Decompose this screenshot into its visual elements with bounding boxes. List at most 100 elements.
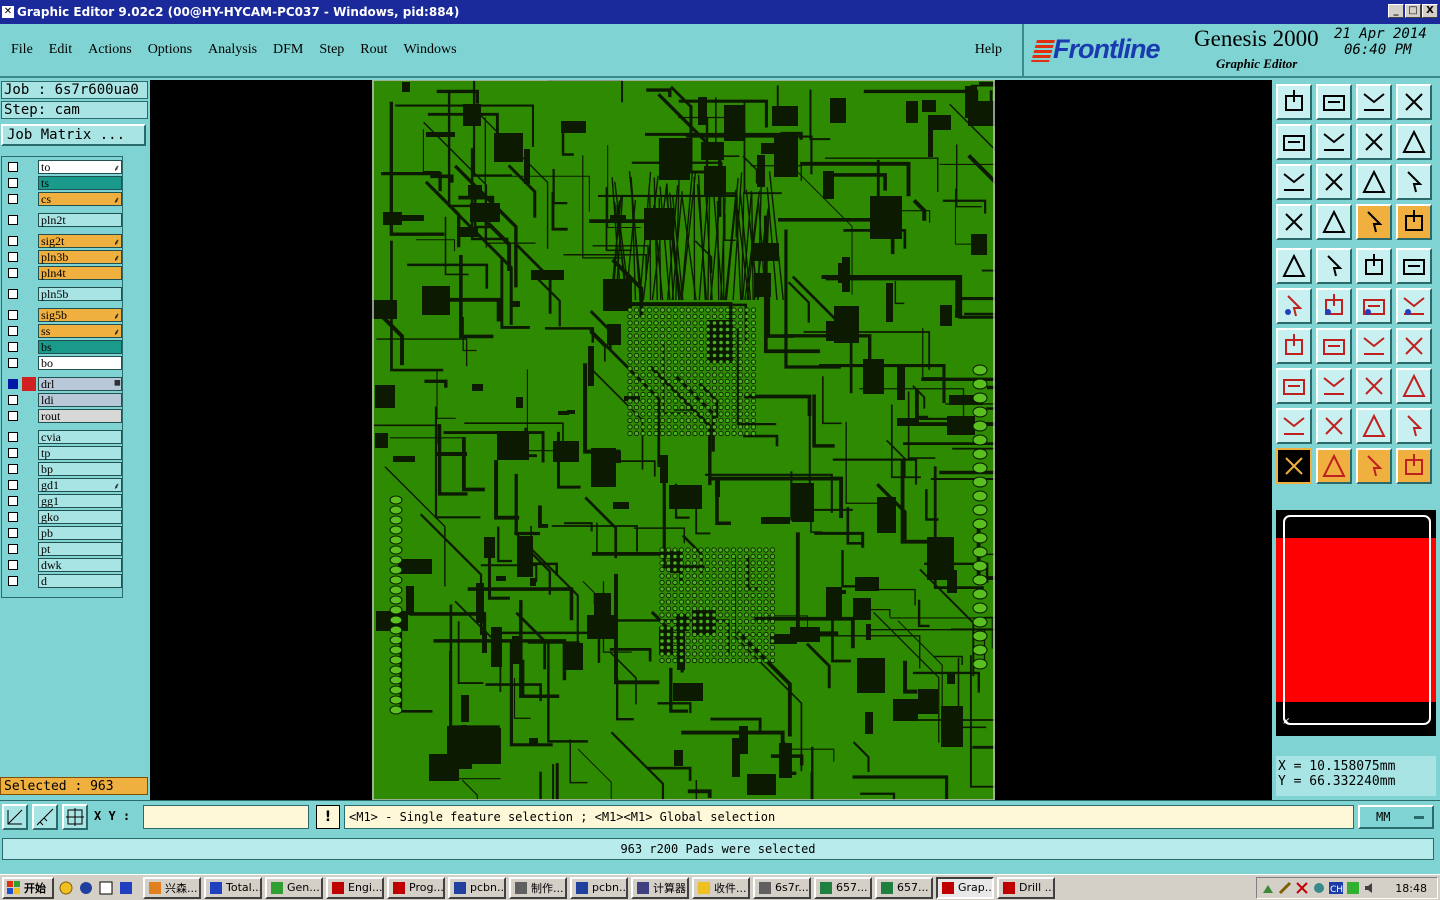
rotate-tool-button[interactable] bbox=[1356, 124, 1392, 160]
taskbar-task[interactable]: Total... bbox=[204, 876, 262, 899]
route-alt-tool-button[interactable] bbox=[1396, 204, 1432, 240]
layer-row-bo[interactable]: bo bbox=[4, 356, 122, 371]
layer-checkbox[interactable] bbox=[8, 576, 18, 586]
menu-actions[interactable]: Actions bbox=[88, 42, 132, 58]
trace-tool-button[interactable] bbox=[1316, 328, 1352, 364]
taskbar-task[interactable]: Engi... bbox=[326, 876, 384, 899]
start-button[interactable]: 开始 bbox=[2, 876, 54, 899]
layer-name[interactable]: cvia bbox=[38, 430, 122, 444]
close-button[interactable]: X bbox=[1422, 4, 1438, 18]
layer-checkbox[interactable] bbox=[8, 432, 18, 442]
maximize-button[interactable]: □ bbox=[1405, 4, 1421, 18]
taskbar-task[interactable]: Drill ... bbox=[997, 876, 1055, 899]
layer-name[interactable]: ldi bbox=[38, 393, 122, 407]
layer-row-tp[interactable]: tp bbox=[4, 446, 122, 461]
layer-checkbox[interactable] bbox=[8, 395, 18, 405]
tray-network-icon[interactable] bbox=[1261, 881, 1275, 895]
grid-button[interactable] bbox=[62, 804, 88, 830]
zoom-area-button[interactable] bbox=[2, 804, 28, 830]
layer-checkbox[interactable] bbox=[8, 496, 18, 506]
layer-name[interactable]: ts bbox=[38, 176, 122, 190]
layer-name[interactable]: pln5b bbox=[38, 287, 122, 301]
pad-tool-button[interactable] bbox=[1276, 248, 1312, 284]
settings-tool-button[interactable] bbox=[1276, 204, 1312, 240]
taskbar-task[interactable]: pcbn... bbox=[448, 876, 506, 899]
layer-checkbox[interactable] bbox=[8, 162, 18, 172]
layer-checkbox[interactable] bbox=[8, 512, 18, 522]
menu-windows[interactable]: Windows bbox=[404, 42, 457, 58]
minimize-button[interactable]: _ bbox=[1388, 4, 1404, 18]
menu-options[interactable]: Options bbox=[148, 42, 192, 58]
open-job-tool-button[interactable] bbox=[1276, 84, 1312, 120]
triangle-up-tool-button[interactable] bbox=[1356, 408, 1392, 444]
layer-checkbox[interactable] bbox=[8, 411, 18, 421]
taskbar-task[interactable]: 6s7r... bbox=[753, 876, 811, 899]
snap-tool-button[interactable] bbox=[1396, 124, 1432, 160]
layer-checkbox[interactable] bbox=[8, 268, 18, 278]
circle-tool-button[interactable] bbox=[1396, 248, 1432, 284]
layer-row-cs[interactable]: cs ⸙ bbox=[4, 192, 122, 207]
quicklaunch-edit-icon[interactable] bbox=[98, 880, 114, 896]
layer-checkbox[interactable] bbox=[8, 464, 18, 474]
layer-name[interactable]: bs bbox=[38, 340, 122, 354]
layer-row-pln5b[interactable]: pln5b bbox=[4, 287, 122, 302]
triangle-tool-button[interactable] bbox=[1276, 408, 1312, 444]
layer-checkbox[interactable] bbox=[8, 560, 18, 570]
layer-checkbox[interactable] bbox=[8, 480, 18, 490]
arc-tool-button[interactable] bbox=[1356, 328, 1392, 364]
layer-checkbox[interactable] bbox=[8, 310, 18, 320]
layer-row-rout[interactable]: rout bbox=[4, 409, 122, 424]
pan-left-tool-button[interactable] bbox=[1276, 124, 1312, 160]
layer-checkbox[interactable] bbox=[8, 326, 18, 336]
layer-row-pt[interactable]: pt bbox=[4, 542, 122, 557]
menu-dfm[interactable]: DFM bbox=[273, 42, 303, 58]
zoom-ratio-tool-button[interactable] bbox=[1356, 164, 1392, 200]
taskbar-task[interactable]: Prog... bbox=[387, 876, 445, 899]
layer-row-ss[interactable]: ss ⸙ bbox=[4, 324, 122, 339]
layer-name[interactable]: pln4t bbox=[38, 266, 122, 280]
layer-name[interactable]: drl bbox=[38, 377, 122, 391]
menu-analysis[interactable]: Analysis bbox=[208, 42, 257, 58]
layer-name[interactable]: pln3b bbox=[38, 250, 122, 264]
taskbar-task[interactable]: pcbn... bbox=[570, 876, 628, 899]
layer-checkbox[interactable] bbox=[8, 252, 18, 262]
copy-tool-button[interactable] bbox=[1396, 288, 1432, 324]
layer-row-gko[interactable]: gko bbox=[4, 510, 122, 525]
zoom-home-tool-button[interactable] bbox=[1316, 164, 1352, 200]
select-area-tool-button[interactable] bbox=[1316, 448, 1352, 484]
group-tool-button[interactable] bbox=[1396, 368, 1432, 404]
ruler-tool-button[interactable] bbox=[1356, 248, 1392, 284]
layer-checkbox[interactable] bbox=[8, 448, 18, 458]
tray-close-icon[interactable] bbox=[1295, 881, 1309, 895]
title-bar[interactable]: ✕ Graphic Editor 9.02c2 (00@HY-HYCAM-PC0… bbox=[0, 0, 1440, 24]
select-polygon-tool-button[interactable] bbox=[1356, 448, 1392, 484]
graphic-canvas[interactable] bbox=[150, 80, 1272, 800]
pcb-board[interactable] bbox=[372, 80, 995, 800]
taskbar-task[interactable]: Gen... bbox=[265, 876, 323, 899]
layer-row-pln2t[interactable]: pln2t bbox=[4, 213, 122, 228]
layer-checkbox[interactable] bbox=[8, 194, 18, 204]
layer-row-pln3b[interactable]: pln3b ⸙ bbox=[4, 250, 122, 265]
layer-checkbox[interactable] bbox=[8, 544, 18, 554]
layer-name[interactable]: sig2t bbox=[38, 234, 122, 248]
home-tool-button[interactable] bbox=[1356, 84, 1392, 120]
layer-name[interactable]: pt bbox=[38, 542, 122, 556]
layer-name[interactable]: gd1 bbox=[38, 478, 122, 492]
layer-checkbox[interactable] bbox=[8, 236, 18, 246]
layer-row-to[interactable]: to ⸙ bbox=[4, 160, 122, 175]
menu-rout[interactable]: Rout bbox=[360, 42, 387, 58]
layer-checkbox[interactable] bbox=[8, 342, 18, 352]
zoom-fit-tool-button[interactable] bbox=[1276, 164, 1312, 200]
layer-row-sig2t[interactable]: sig2t ⸙ bbox=[4, 234, 122, 249]
layer-name[interactable]: rout bbox=[38, 409, 122, 423]
minimap[interactable]: × bbox=[1276, 510, 1436, 736]
layer-name[interactable]: tp bbox=[38, 446, 122, 460]
layer-checkbox[interactable] bbox=[8, 358, 18, 368]
grid-tool-button[interactable] bbox=[1316, 204, 1352, 240]
window-split-tool-button[interactable] bbox=[1396, 84, 1432, 120]
tray-tool-icon[interactable] bbox=[1278, 881, 1292, 895]
quicklaunch-shield-icon[interactable] bbox=[78, 880, 94, 896]
xy-input[interactable] bbox=[143, 805, 309, 829]
layer-checkbox[interactable] bbox=[8, 289, 18, 299]
layer-checkbox[interactable] bbox=[8, 528, 18, 538]
